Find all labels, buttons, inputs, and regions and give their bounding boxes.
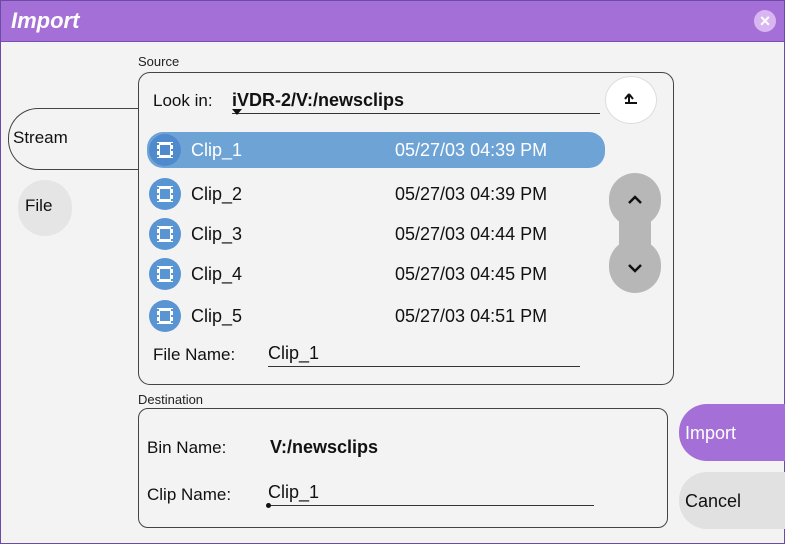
clip-row[interactable]: Clip_1 05/27/03 04:39 PM xyxy=(147,132,605,168)
film-clip-icon xyxy=(149,134,181,166)
clip-name: Clip_2 xyxy=(191,184,243,204)
file-name-field[interactable]: Clip_1 xyxy=(268,343,580,367)
clip-date: 05/27/03 04:51 PM xyxy=(395,306,548,326)
dropdown-caret-icon[interactable] xyxy=(232,109,242,115)
clip-name: Clip_3 xyxy=(191,224,243,244)
tab-file-label: File xyxy=(25,196,53,215)
clip-row[interactable]: Clip_5 05/27/03 04:51 PM xyxy=(147,298,605,334)
film-clip-icon xyxy=(149,178,181,210)
chevron-up-icon xyxy=(628,195,642,204)
film-clip-icon xyxy=(149,218,181,250)
clip-date: 05/27/03 04:45 PM xyxy=(395,264,548,284)
bin-name-value: V:/newsclips xyxy=(270,437,379,457)
title-bar: Import × xyxy=(1,1,784,42)
look-in-label: Look in: xyxy=(153,91,213,110)
film-clip-icon xyxy=(149,300,181,332)
scroll-up-button[interactable] xyxy=(609,173,661,227)
destination-section-label: Destination xyxy=(138,392,204,407)
import-button[interactable]: Import xyxy=(679,404,785,461)
chevron-down-icon xyxy=(628,264,642,273)
cancel-button-label: Cancel xyxy=(685,491,742,511)
clip-date: 05/27/03 04:39 PM xyxy=(395,140,548,160)
clip-name: Clip_4 xyxy=(191,264,243,284)
source-section-label: Source xyxy=(138,54,180,69)
clip-date: 05/27/03 04:44 PM xyxy=(395,224,548,244)
clip-name-field[interactable]: Clip_1 xyxy=(268,482,594,506)
clip-row[interactable]: Clip_4 05/27/03 04:45 PM xyxy=(147,256,605,292)
clip-name: Clip_1 xyxy=(191,140,243,160)
up-folder-button[interactable] xyxy=(606,77,656,123)
clip-name-label: Clip Name: xyxy=(147,485,232,504)
clip-date: 05/27/03 04:39 PM xyxy=(395,184,548,204)
import-button-label: Import xyxy=(685,423,737,443)
window-title: Import xyxy=(11,8,80,33)
file-name-label: File Name: xyxy=(153,345,236,364)
list-scroller xyxy=(609,173,661,293)
clip-row[interactable]: Clip_3 05/27/03 04:44 PM xyxy=(147,216,605,252)
cancel-button[interactable]: Cancel xyxy=(679,472,785,529)
tab-stream-label: Stream xyxy=(13,128,68,147)
text-cursor-icon xyxy=(266,503,271,508)
film-clip-icon xyxy=(149,258,181,290)
up-folder-icon xyxy=(624,93,637,104)
scroll-down-button[interactable] xyxy=(609,239,661,293)
clip-row[interactable]: Clip_2 05/27/03 04:39 PM xyxy=(147,176,605,212)
close-icon[interactable]: × xyxy=(754,10,776,32)
bin-name-label: Bin Name: xyxy=(147,438,227,457)
destination-panel xyxy=(138,408,668,528)
look-in-dropdown[interactable]: iVDR-2/V:/newsclips xyxy=(232,90,600,114)
clip-name: Clip_5 xyxy=(191,306,243,326)
